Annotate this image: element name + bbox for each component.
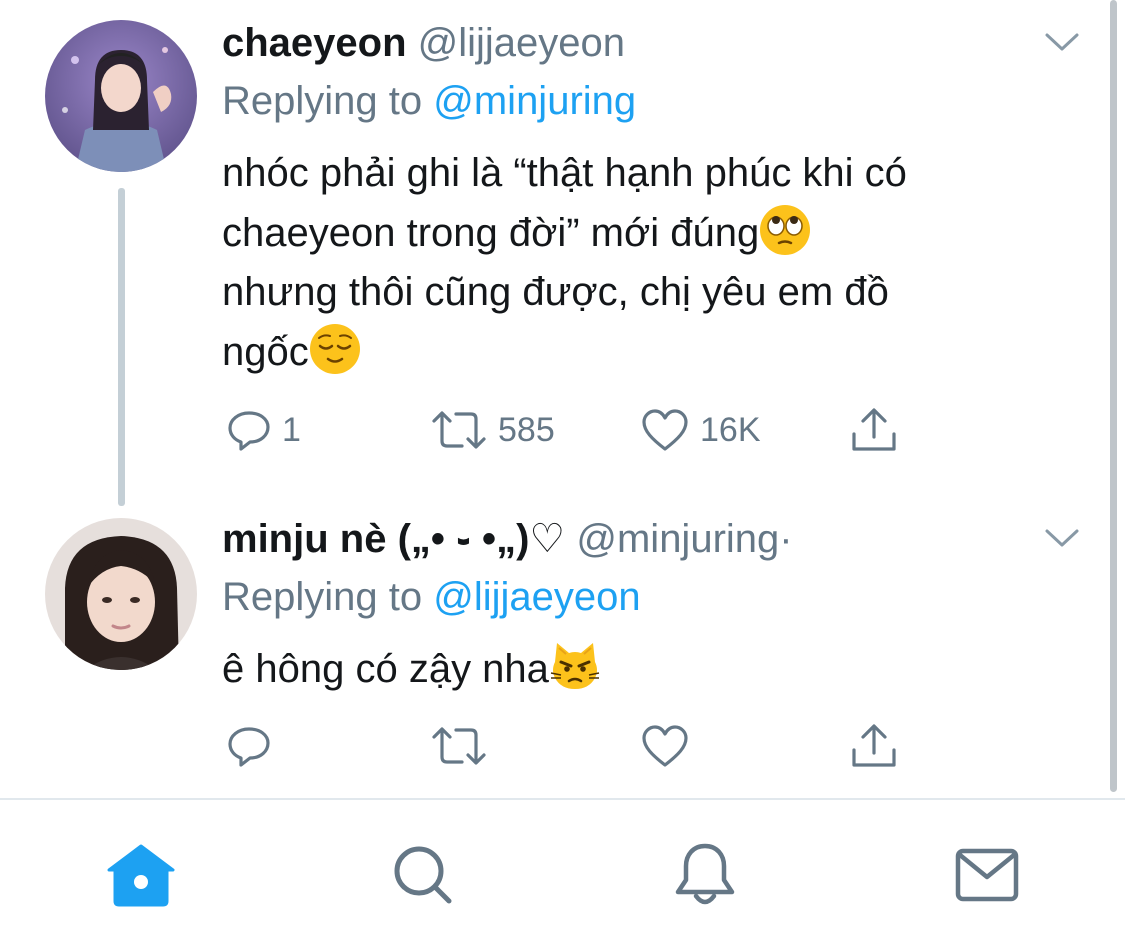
share-icon xyxy=(852,724,896,767)
like-count: 16K xyxy=(700,410,761,449)
reply-icon xyxy=(228,411,270,451)
face-with-rolling-eyes-emoji xyxy=(760,204,811,255)
retweet-count: 585 xyxy=(498,410,555,449)
tweet-chaeyeon[interactable]: chaeyeon @lijjaeyeon Replying to @minjur… xyxy=(0,0,1108,506)
tweet-text-line: ê hông có zậy nha xyxy=(222,640,601,700)
tweet-text-line: nhóc phải ghi là “thật hạnh phúc khi có xyxy=(222,151,907,195)
tweet-text-line: nhưng thôi cũng được, chị yêu em đồ xyxy=(222,270,889,314)
retweet-icon xyxy=(432,411,486,449)
tweet-text: nhóc phải ghi là “thật hạnh phúc khi có … xyxy=(222,144,907,382)
thread-connector-line xyxy=(118,188,125,506)
share-button[interactable] xyxy=(850,718,898,774)
mention-link[interactable]: @minjuring xyxy=(433,79,636,123)
like-icon xyxy=(642,725,688,767)
bottom-tab-bar xyxy=(0,798,1125,949)
tab-home[interactable] xyxy=(106,840,176,910)
share-icon xyxy=(852,408,896,451)
retweet-button[interactable] xyxy=(430,718,488,774)
tweet-header: minju nè („• ֊ •„)♡ @minjuring· xyxy=(222,515,793,563)
handle-separator: · xyxy=(779,517,793,561)
tab-notifications[interactable] xyxy=(670,840,740,910)
retweet-button[interactable]: 585 xyxy=(430,402,555,458)
tweet-header: chaeyeon @lijjaeyeon xyxy=(222,19,625,67)
reply-count: 1 xyxy=(282,410,301,449)
replying-prefix: Replying to xyxy=(222,575,423,619)
tweet-text-line: chaeyeon trong đời” mới đúng xyxy=(222,204,907,264)
mention-link[interactable]: @lijjaeyeon xyxy=(433,575,640,619)
tweet-actions xyxy=(226,718,906,774)
scrollbar[interactable] xyxy=(1110,0,1117,792)
chevron-down-icon[interactable] xyxy=(1044,527,1080,549)
messages-icon xyxy=(955,848,1019,902)
avatar[interactable] xyxy=(45,20,197,172)
author-handle[interactable]: @minjuring xyxy=(576,517,779,561)
retweet-icon xyxy=(432,727,486,765)
reply-button[interactable]: 1 xyxy=(226,402,301,458)
tab-search[interactable] xyxy=(388,840,458,910)
search-icon xyxy=(394,846,452,904)
share-button[interactable] xyxy=(850,402,898,458)
tweet-text-line: ngốc xyxy=(222,323,907,383)
notifications-icon xyxy=(675,843,735,905)
home-icon xyxy=(107,844,175,907)
chevron-down-icon[interactable] xyxy=(1044,31,1080,53)
replying-prefix: Replying to xyxy=(222,79,423,123)
author-name[interactable]: minju nè („• ֊ •„)♡ xyxy=(222,517,565,561)
like-icon xyxy=(642,409,688,451)
like-button[interactable]: 16K xyxy=(640,402,761,458)
author-name[interactable]: chaeyeon xyxy=(222,21,407,65)
reply-icon xyxy=(228,727,270,767)
tab-messages[interactable] xyxy=(952,840,1022,910)
author-handle[interactable]: @lijjaeyeon xyxy=(418,21,625,65)
replying-to: Replying to @lijjaeyeon xyxy=(222,573,641,621)
tweet-text: ê hông có zậy nha xyxy=(222,640,601,700)
reply-button[interactable] xyxy=(226,718,272,774)
avatar[interactable] xyxy=(45,518,197,670)
replying-to: Replying to @minjuring xyxy=(222,77,636,125)
relieved-face-emoji xyxy=(309,323,360,374)
tweet-actions: 1 585 16K xyxy=(226,402,906,458)
pouting-cat-emoji xyxy=(550,643,600,689)
like-button[interactable] xyxy=(640,718,690,774)
tweet-minju[interactable]: minju nè („• ֊ •„)♡ @minjuring· Replying… xyxy=(0,500,1108,798)
